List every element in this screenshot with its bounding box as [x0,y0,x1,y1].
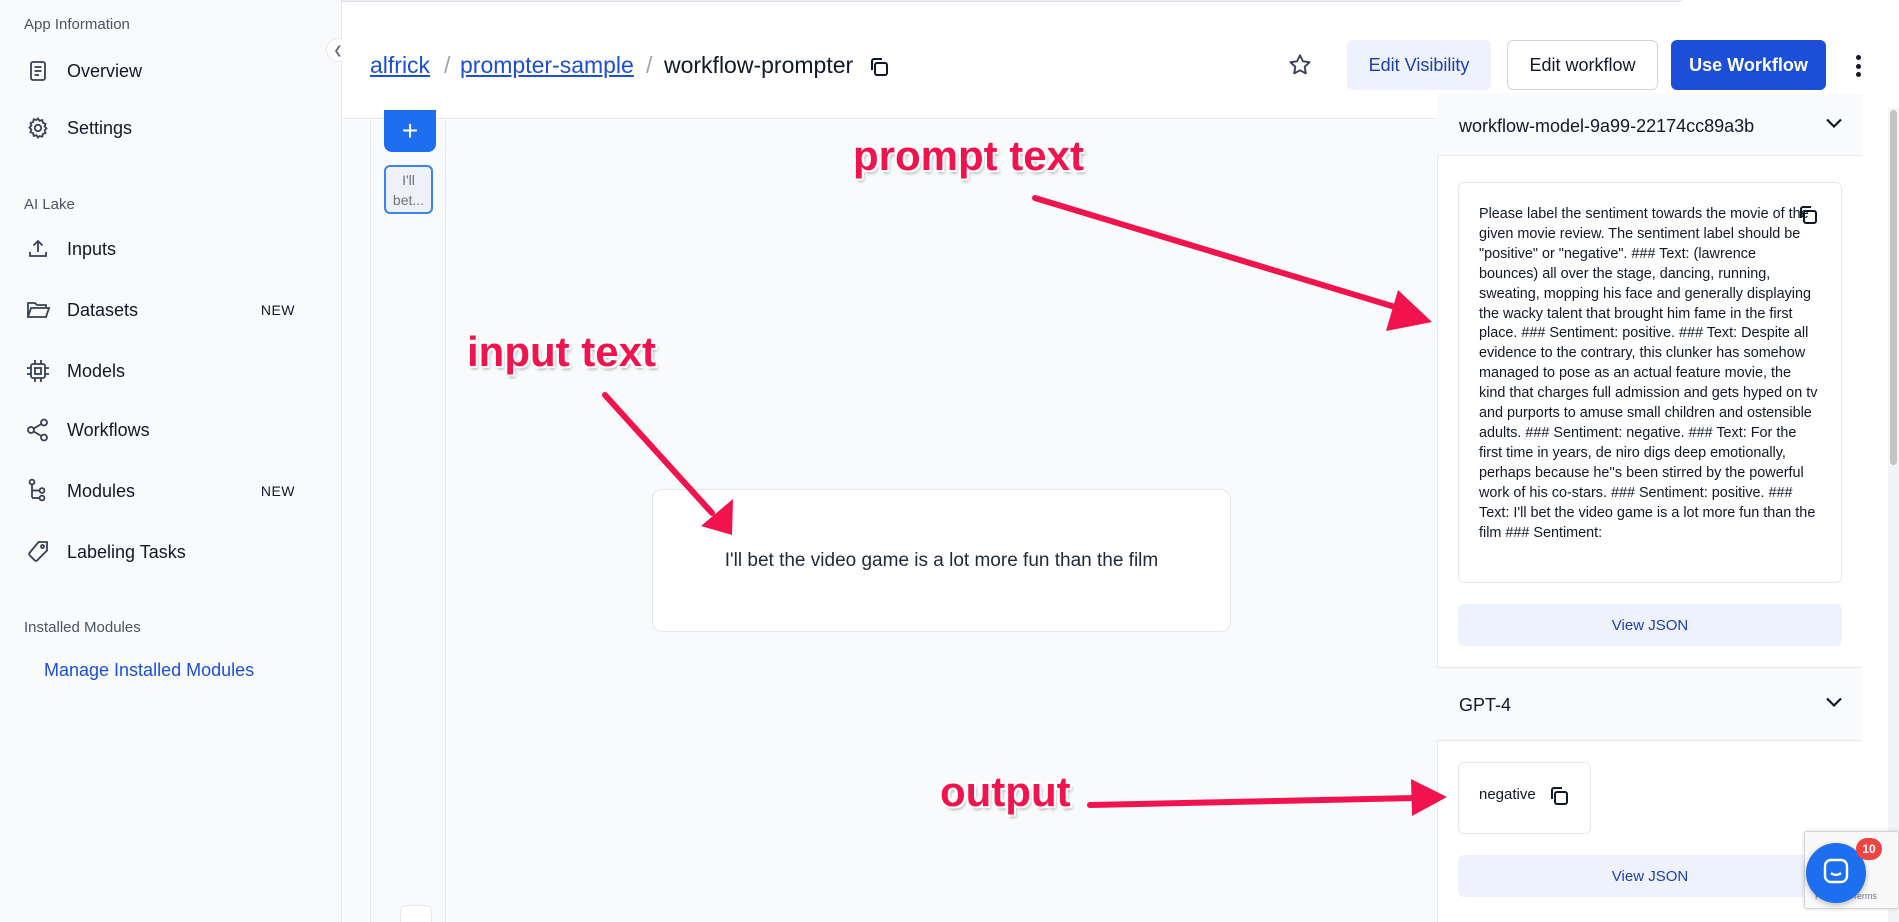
prompt-arrow [1032,195,1408,313]
annotation-prompt-text: prompt text [853,132,1084,179]
annotation-output: output [940,768,1071,815]
prompt-arrowhead [1386,290,1432,331]
output-arrow [1087,795,1418,808]
output-arrowhead [1411,779,1447,816]
input-arrow [602,392,715,516]
annotation-input-text: input text [467,328,656,375]
app-root: App Information Overview Settings AI Lak… [0,0,1899,922]
